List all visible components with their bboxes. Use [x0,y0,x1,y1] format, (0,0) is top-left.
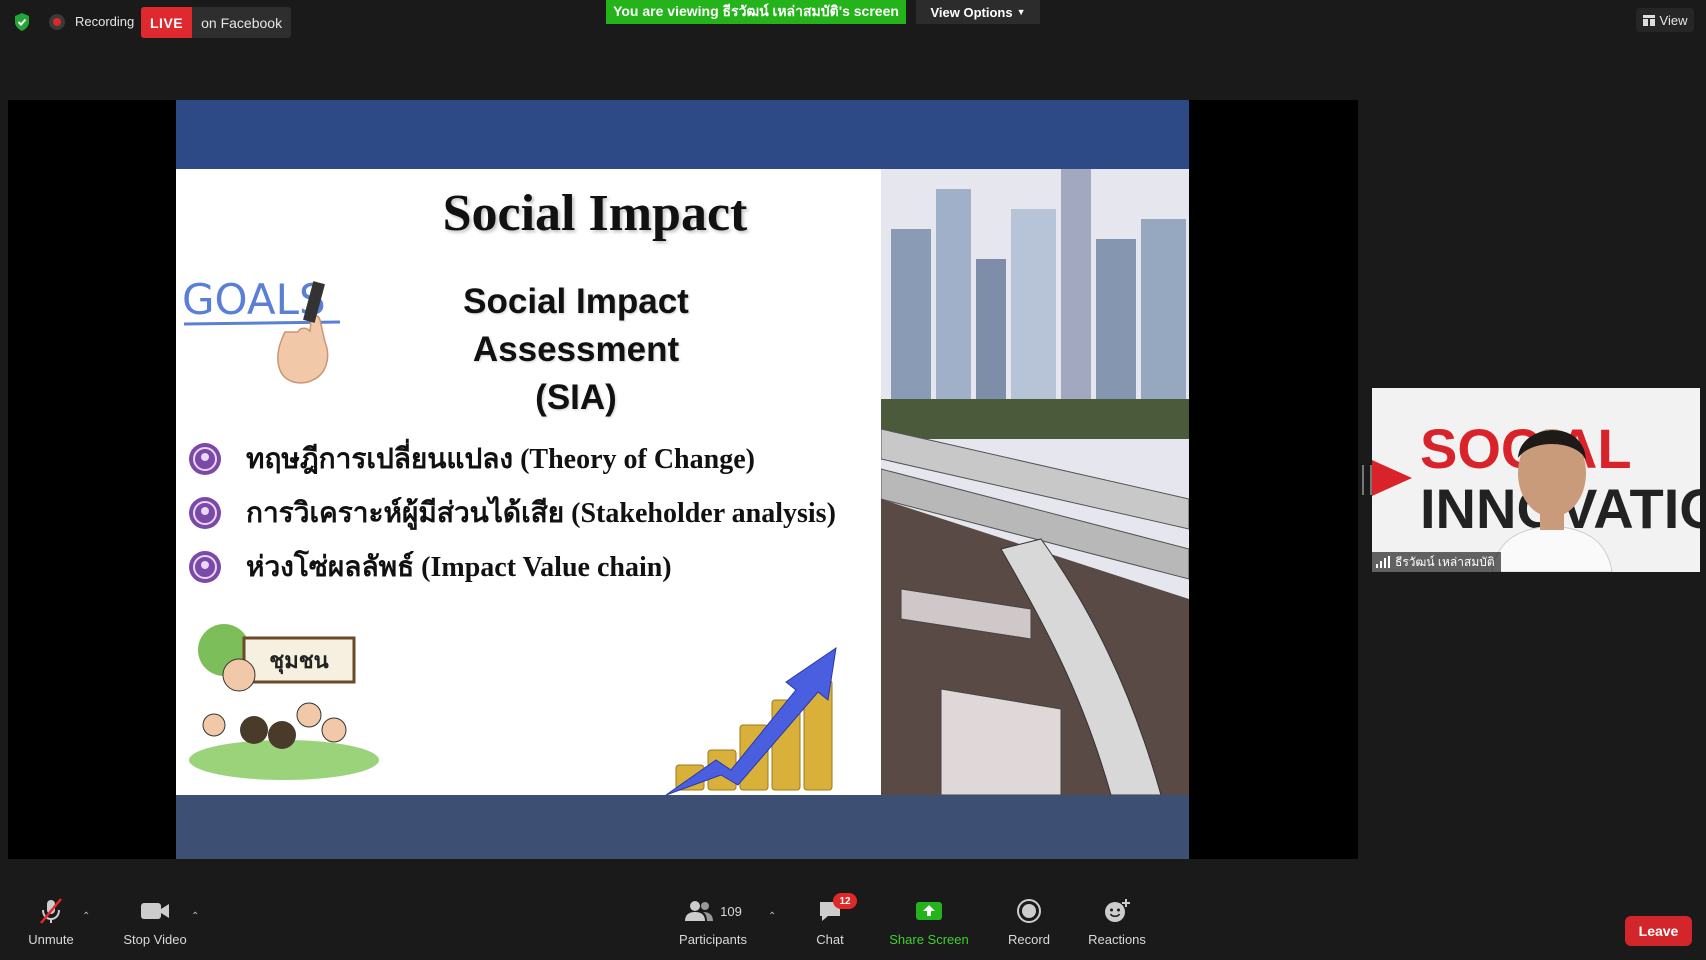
participant-name-label: ธีรวัฒน์ เหล่าสมบัติ [1372,552,1501,572]
participants-count: 109 [720,903,742,919]
chevron-down-icon: ▼ [1016,7,1026,17]
bullet-item: ห่วงโซ่ผลลัพธ์ (Impact Value chain) [188,540,836,594]
city-highway-illustration [881,169,1189,795]
reactions-button[interactable]: Reactions [1062,895,1172,947]
panel-resize-handle[interactable] [1362,465,1372,495]
reactions-smiley-icon [1105,899,1130,922]
muted-microphone-icon [40,898,62,924]
live-badge: LIVE [141,7,193,38]
participants-button[interactable]: 109 Participants [658,895,768,947]
video-options-caret-icon[interactable]: ⌃ [191,911,199,922]
bullet-text: ห่วงโซ่ผลลัพธ์ (Impact Value chain) [246,552,672,583]
slide-bullet-list: ทฤษฎีการเปลี่ยนแปลง (Theory of Change) ก… [188,432,836,594]
signal-strength-icon [1376,556,1390,568]
record-icon [1017,899,1041,923]
share-screen-button[interactable]: Share Screen [874,895,984,947]
slide-footer-bar [176,795,1189,859]
slide-subtitle: Social Impact Assessment (SIA) [356,278,796,422]
participants-label: Participants [679,932,747,947]
unmute-label: Unmute [28,932,74,947]
viewing-screen-banner: You are viewing ธีรวัฒน์ เหล่าสมบัติ's s… [606,0,906,24]
community-sign-text: ชุมชน [269,649,328,675]
chat-button[interactable]: 12 Chat [775,893,885,947]
subtitle-line-2: (SIA) [535,378,617,417]
grid-view-icon [1642,14,1655,26]
bullet-text: การวิเคราะห์ผู้มีส่วนได้เสีย (Stakeholde… [246,498,836,529]
recording-label: Recording [75,14,135,29]
leave-button[interactable]: Leave [1625,916,1692,946]
view-label: View [1659,12,1688,28]
audio-options-caret-icon[interactable]: ⌃ [82,911,90,922]
participant-video-tile[interactable]: SOCIAL INNOVATIO ธีรวัฒน์ เหล่าสมบัติ [1372,388,1700,572]
purple-bullet-icon [189,443,221,475]
reactions-label: Reactions [1088,932,1146,947]
chat-unread-badge: 12 [833,893,857,909]
video-camera-icon [141,903,169,919]
purple-bullet-icon [189,551,221,583]
participant-video-feed: SOCIAL INNOVATIO [1372,388,1700,572]
live-stream-indicator[interactable]: LIVE on Facebook [141,7,292,38]
view-options-label: View Options [930,4,1013,20]
security-shield-icon[interactable] [12,12,32,32]
recording-indicator-icon[interactable] [49,14,65,30]
view-options-button[interactable]: View Options ▼ [916,0,1040,24]
stop-video-label: Stop Video [123,932,187,947]
goals-hand-illustration: GOALS [182,275,341,384]
share-screen-arrow-icon [916,902,942,920]
live-destination: on Facebook [201,14,283,31]
participant-name: ธีรวัฒน์ เหล่าสมบัติ [1395,554,1495,569]
presentation-slide: Social Impact GOALS Social Impact Assess… [176,100,1189,859]
share-screen-label: Share Screen [889,932,969,947]
meeting-toolbar: Unmute ⌃ Stop Video ⌃ 109 Participants ⌃ [0,893,1706,960]
participants-icon [685,901,714,921]
coins-growth-arrow-illustration [665,646,837,796]
community-illustration: ชุมชน [189,624,379,780]
bullet-item: การวิเคราะห์ผู้มีส่วนได้เสีย (Stakeholde… [188,486,836,540]
bullet-text: ทฤษฎีการเปลี่ยนแปลง (Theory of Change) [246,444,755,475]
record-label: Record [1008,932,1050,947]
chat-label: Chat [816,932,844,947]
purple-bullet-icon [189,497,221,529]
slide-header-bar [176,100,1189,169]
subtitle-line-1: Social Impact Assessment [463,282,689,369]
view-button[interactable]: View [1636,8,1694,32]
bullet-item: ทฤษฎีการเปลี่ยนแปลง (Theory of Change) [188,432,836,486]
